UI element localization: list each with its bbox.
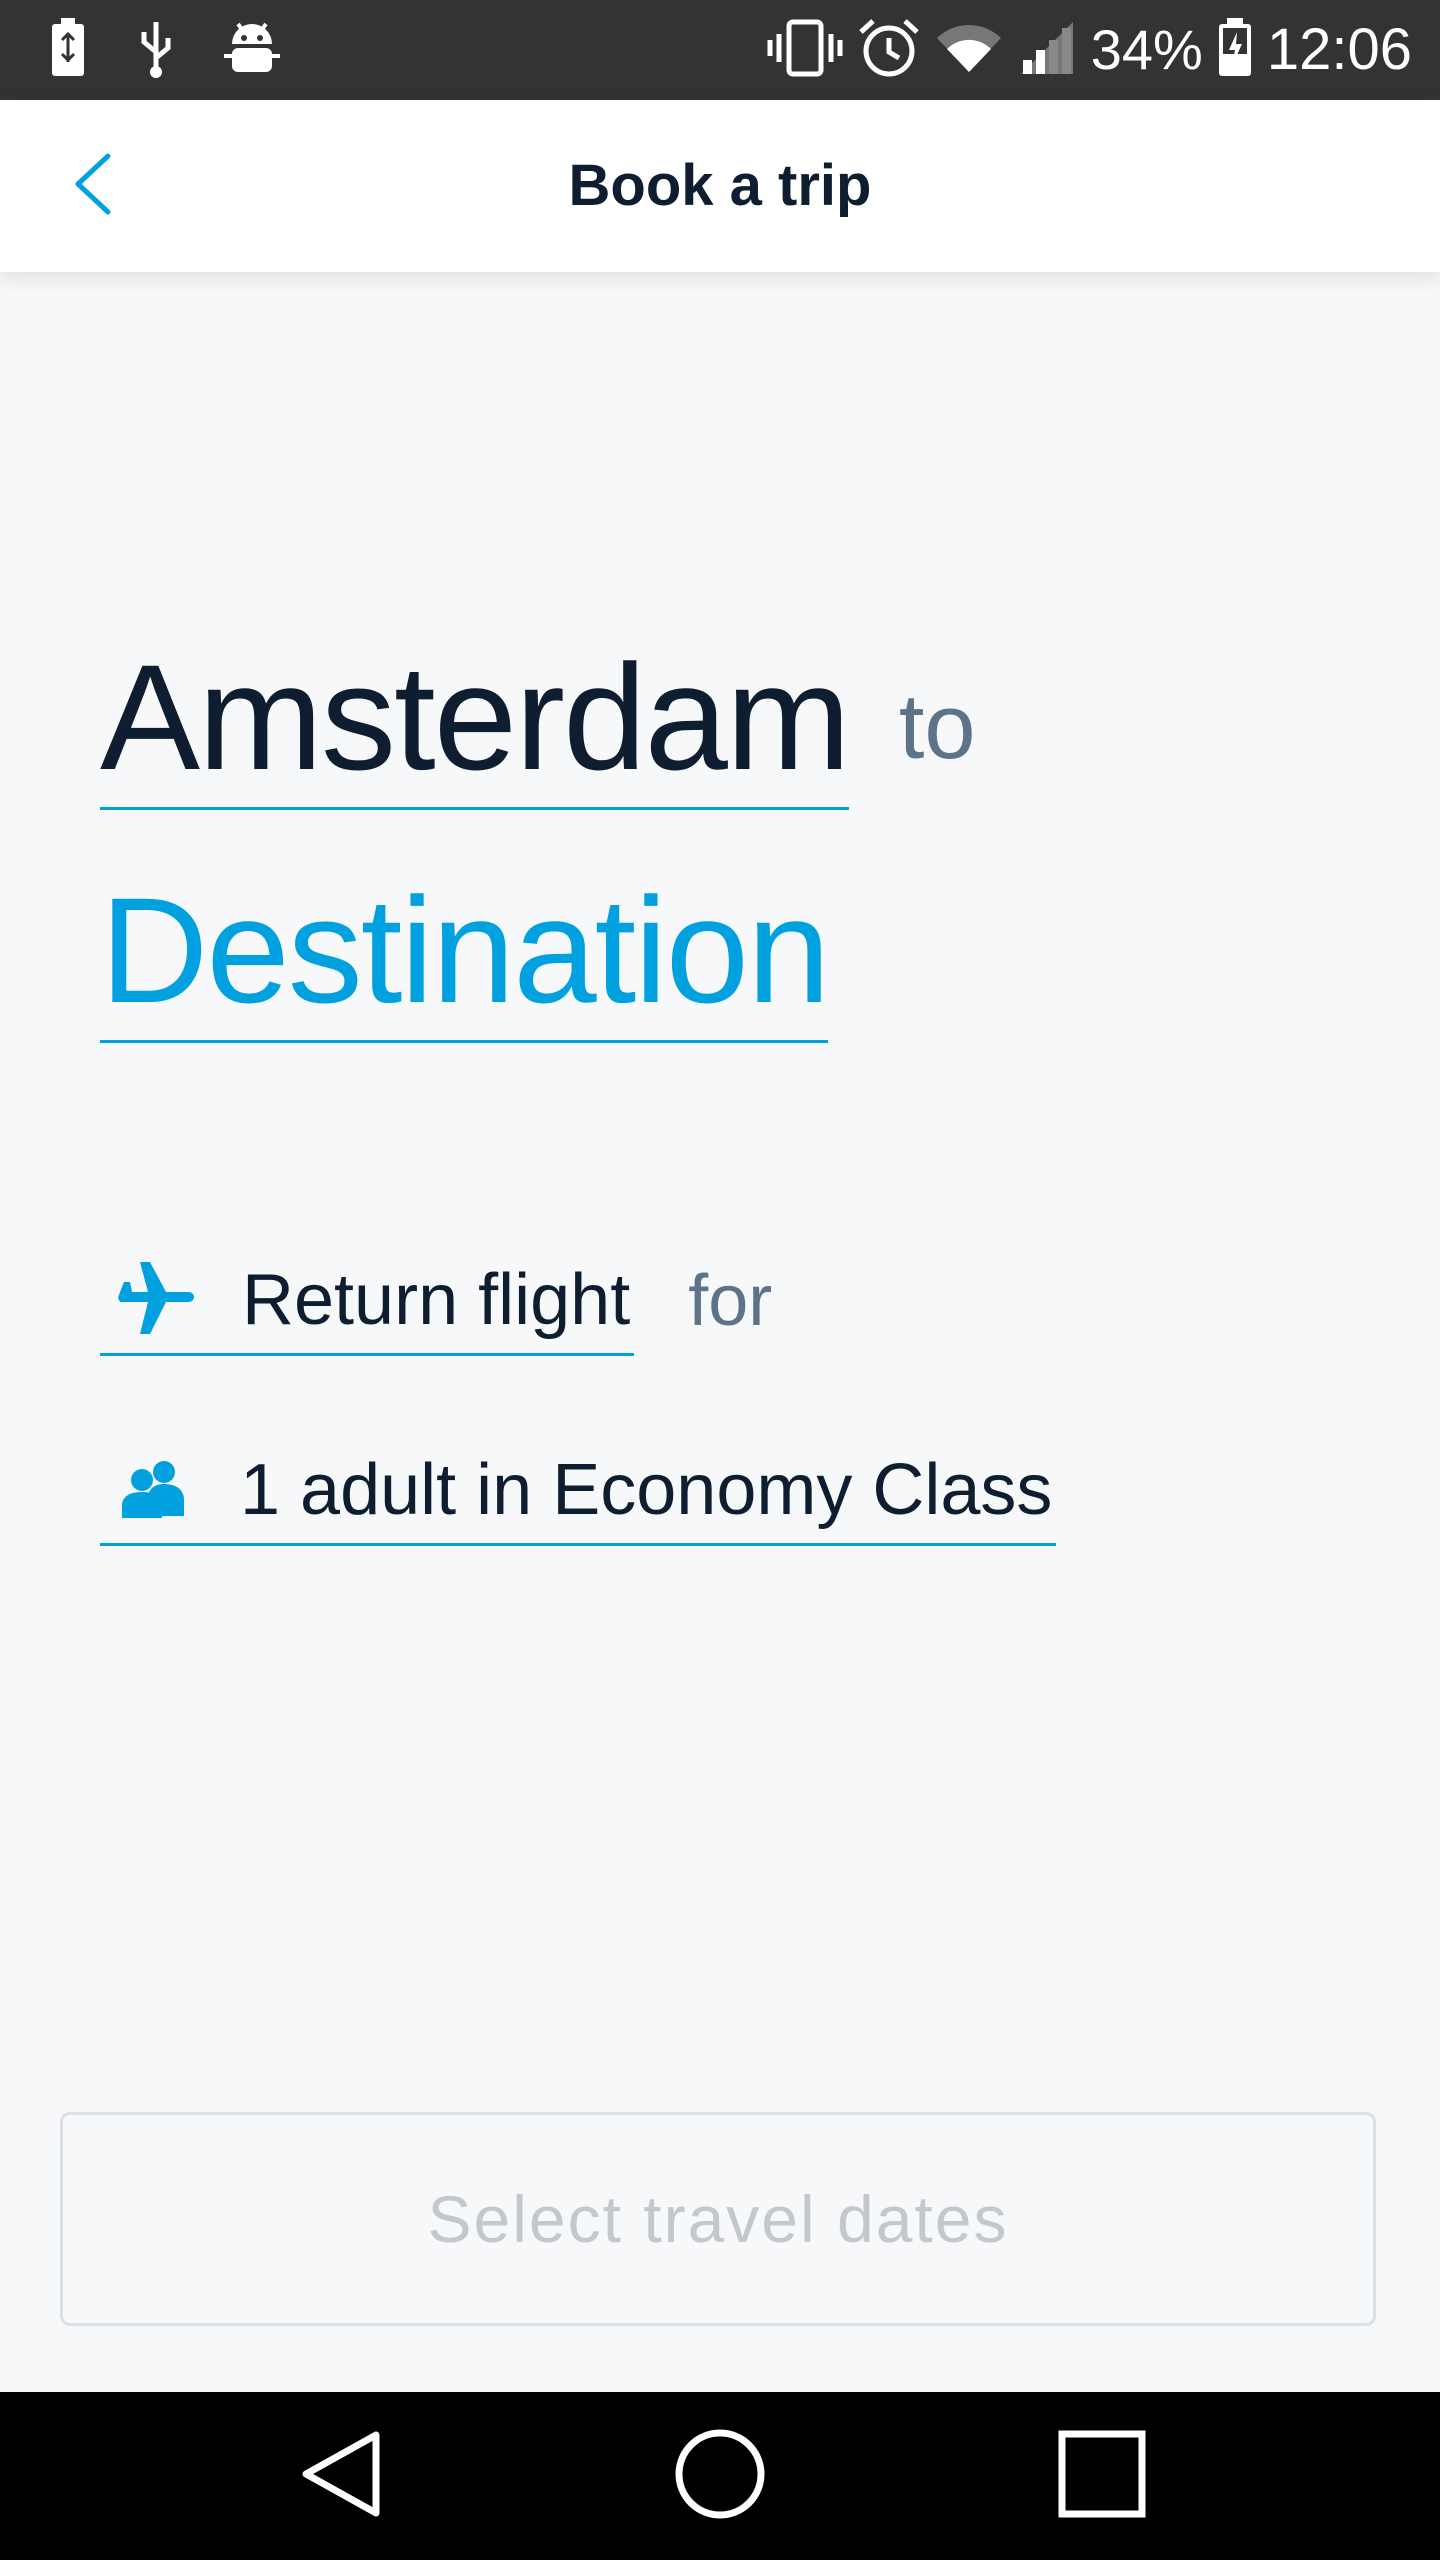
battery-percent: 34% bbox=[1090, 18, 1203, 81]
recents-square-icon bbox=[1058, 2430, 1146, 2522]
app-bar: Book a trip bbox=[0, 100, 1440, 272]
passengers-value: 1 adult in Economy Class bbox=[240, 1450, 1053, 1530]
status-icons-right: 34% 12:06 bbox=[767, 18, 1412, 82]
connector-for: for bbox=[688, 1260, 773, 1341]
battery-charging-icon bbox=[1217, 18, 1253, 82]
origin-row: Amsterdam to bbox=[100, 620, 976, 810]
home-circle-icon bbox=[674, 2428, 766, 2524]
android-debug-icon bbox=[224, 18, 280, 82]
connector-to: to bbox=[898, 676, 976, 778]
clock: 12:06 bbox=[1266, 17, 1412, 82]
alarm-icon bbox=[857, 18, 921, 82]
battery-saver-icon bbox=[48, 18, 88, 82]
destination-row: Destination bbox=[100, 870, 830, 1045]
vibrate-icon bbox=[767, 18, 843, 82]
back-triangle-icon bbox=[298, 2429, 382, 2523]
trip-type-selector[interactable]: Return flight bbox=[100, 1255, 635, 1356]
select-travel-dates-button[interactable]: Select travel dates bbox=[60, 2112, 1376, 2326]
page-title: Book a trip bbox=[568, 153, 872, 218]
back-button[interactable] bbox=[52, 146, 132, 226]
nav-recents-button[interactable] bbox=[1052, 2426, 1152, 2526]
destination-placeholder: Destination bbox=[100, 866, 830, 1034]
chevron-left-icon bbox=[70, 152, 114, 220]
origin-value: Amsterdam bbox=[100, 633, 851, 801]
airplane-icon bbox=[118, 1258, 198, 1342]
system-nav-bar bbox=[0, 2392, 1440, 2560]
usb-icon bbox=[136, 18, 176, 82]
select-travel-dates-label: Select travel dates bbox=[427, 2182, 1009, 2256]
wifi-icon bbox=[935, 20, 1003, 80]
nav-home-button[interactable] bbox=[670, 2426, 770, 2526]
origin-field[interactable]: Amsterdam bbox=[100, 637, 851, 810]
trip-type-value: Return flight bbox=[242, 1260, 631, 1340]
nav-back-button[interactable] bbox=[290, 2426, 390, 2526]
people-icon bbox=[122, 1458, 186, 1522]
signal-icon bbox=[1017, 18, 1077, 82]
trip-row: Return flight for bbox=[100, 1255, 772, 1356]
status-icons-left bbox=[48, 18, 280, 82]
destination-field[interactable]: Destination bbox=[100, 870, 830, 1043]
passengers-row: 1 adult in Economy Class bbox=[100, 1445, 1057, 1546]
passengers-selector[interactable]: 1 adult in Economy Class bbox=[100, 1445, 1057, 1546]
status-bar: 34% 12:06 bbox=[0, 0, 1440, 100]
